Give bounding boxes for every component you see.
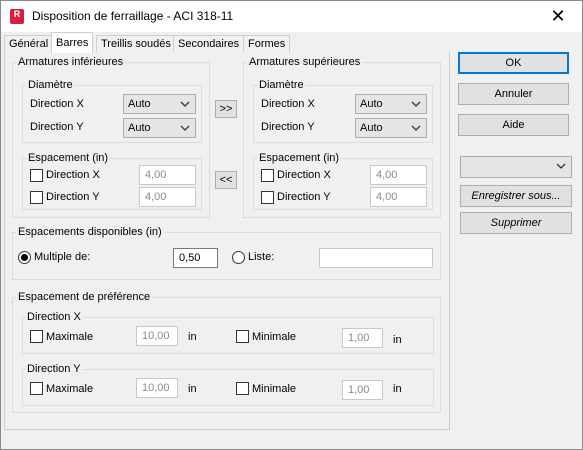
top-spacing-title: Espacement (in) [257,152,342,164]
bottom-spacing-x-label: Direction X [46,169,100,181]
dialog-window: R Disposition de ferraillage - ACI 318-1… [0,0,583,450]
pref-x-min-checkbox[interactable] [236,330,249,343]
radio-selected-dot [21,254,28,261]
list-value-input[interactable] [319,248,433,268]
chevron-down-icon [556,163,566,169]
bottom-diameter-y-label: Direction Y [30,121,84,133]
pref-dir-y-title: Direction Y [25,363,83,375]
list-label: Liste: [248,251,275,263]
tab-secondaires[interactable]: Secondaires [173,35,245,53]
bottom-diameter-y-value: Auto [128,122,151,134]
tab-general[interactable]: Général [4,35,54,53]
pref-x-min-label: Minimale [252,331,297,343]
top-diameter-y-label: Direction Y [261,121,315,133]
multiple-value-input[interactable]: 0,50 [173,248,218,268]
pref-x-min-unit: in [393,334,402,346]
pref-x-max-label: Maximale [46,331,94,343]
pref-y-max-checkbox[interactable] [30,382,43,395]
pref-x-min-input[interactable]: 1,00 [342,328,383,348]
preferred-spacing-title: Espacement de préférence [16,291,153,303]
bottom-diameter-x-select[interactable]: Auto [123,94,196,114]
bottom-spacing-title: Espacement (in) [26,152,111,164]
pref-y-max-label: Maximale [46,383,94,395]
cancel-button[interactable]: Annuler [458,83,569,105]
top-spacing-x-checkbox[interactable] [261,169,274,182]
bottom-spacing-y-input[interactable]: 4,00 [139,187,196,207]
pref-y-max-unit: in [188,383,197,395]
tab-treillis-soudes[interactable]: Treillis soudés [96,35,176,53]
top-spacing-x-label: Direction X [277,169,331,181]
chevron-down-icon [411,125,421,131]
bottom-spacing-x-input[interactable]: 4,00 [139,165,196,185]
available-spacing-title: Espacements disponibles (in) [16,226,164,238]
top-diameter-x-label: Direction X [261,98,315,110]
copy-to-bottom-button[interactable]: << [215,171,237,189]
pref-x-max-checkbox[interactable] [30,330,43,343]
preset-select[interactable] [460,156,572,178]
top-spacing-y-input[interactable]: 4,00 [370,187,427,207]
bottom-diameter-x-value: Auto [128,98,151,110]
bottom-bars-title: Armatures inférieures [16,56,126,68]
pref-y-max-input[interactable]: 10,00 [136,378,178,398]
top-spacing-y-label: Direction Y [277,191,331,203]
tab-formes[interactable]: Formes [243,35,291,53]
pref-y-min-label: Minimale [252,383,297,395]
top-spacing-y-checkbox[interactable] [261,191,274,204]
close-icon[interactable]: ✕ [546,6,570,26]
tab-barres[interactable]: Barres [51,32,94,53]
top-bars-title: Armatures supérieures [247,56,363,68]
multiple-radio[interactable] [18,251,31,264]
bottom-spacing-x-checkbox[interactable] [30,169,43,182]
chevron-down-icon [180,125,190,131]
chevron-down-icon [180,101,190,107]
top-diameter-title: Diamètre [257,79,306,91]
copy-to-top-button[interactable]: >> [215,100,237,118]
pref-x-max-input[interactable]: 10,00 [136,326,178,346]
pref-x-max-unit: in [188,331,197,343]
bottom-diameter-x-label: Direction X [30,98,84,110]
top-diameter-y-select[interactable]: Auto [355,118,427,138]
chevron-down-icon [411,101,421,107]
bottom-spacing-y-checkbox[interactable] [30,191,43,204]
bottom-diameter-title: Diamètre [26,79,75,91]
bottom-diameter-y-select[interactable]: Auto [123,118,196,138]
pref-dir-x-title: Direction X [25,311,83,323]
save-as-button[interactable]: Enregistrer sous... [460,185,572,207]
ok-button[interactable]: OK [458,52,569,74]
top-diameter-x-select[interactable]: Auto [355,94,427,114]
pref-y-min-unit: in [393,383,402,395]
pref-y-min-checkbox[interactable] [236,382,249,395]
revit-icon: R [10,9,24,24]
top-diameter-x-value: Auto [360,98,383,110]
top-spacing-x-input[interactable]: 4,00 [370,165,427,185]
pref-y-min-input[interactable]: 1,00 [342,380,383,400]
multiple-label: Multiple de: [34,251,91,263]
window-title: Disposition de ferraillage - ACI 318-11 [32,9,234,23]
bottom-spacing-y-label: Direction Y [46,191,100,203]
help-button[interactable]: Aide [458,114,569,136]
top-diameter-y-value: Auto [360,122,383,134]
title-bar[interactable]: R Disposition de ferraillage - ACI 318-1… [1,1,582,32]
list-radio[interactable] [232,251,245,264]
delete-button[interactable]: Supprimer [460,212,572,234]
